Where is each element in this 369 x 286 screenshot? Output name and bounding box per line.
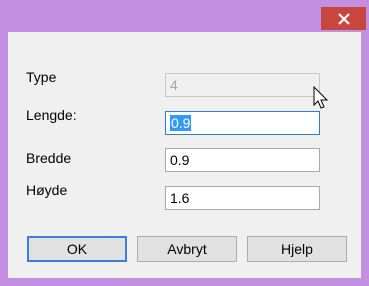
length-value: 0.9 (170, 115, 192, 131)
width-value: 0.9 (170, 152, 190, 168)
width-label: Bredde (26, 150, 72, 166)
dialog-window: Type 4 Lengde: 0.9 Bredde 0.9 Høyde 1.6 … (0, 0, 369, 286)
help-button[interactable]: Hjelp (247, 236, 347, 262)
height-value: 1.6 (170, 190, 190, 206)
cancel-button[interactable]: Avbryt (137, 236, 237, 262)
length-label: Lengde: (26, 107, 77, 123)
length-input[interactable]: 0.9 (165, 111, 320, 135)
type-value: 4 (170, 77, 178, 93)
close-icon (337, 12, 350, 25)
height-label: Høyde (26, 182, 68, 198)
titlebar (0, 0, 369, 30)
width-input[interactable]: 0.9 (165, 148, 320, 172)
type-label: Type (26, 69, 57, 85)
type-field: 4 (165, 73, 320, 97)
arrow-cursor-icon (313, 85, 329, 115)
height-input[interactable]: 1.6 (165, 186, 320, 210)
close-button[interactable] (321, 7, 366, 30)
dialog-client-area: Type 4 Lengde: 0.9 Bredde 0.9 Høyde 1.6 … (8, 32, 361, 278)
ok-button[interactable]: OK (27, 236, 127, 262)
